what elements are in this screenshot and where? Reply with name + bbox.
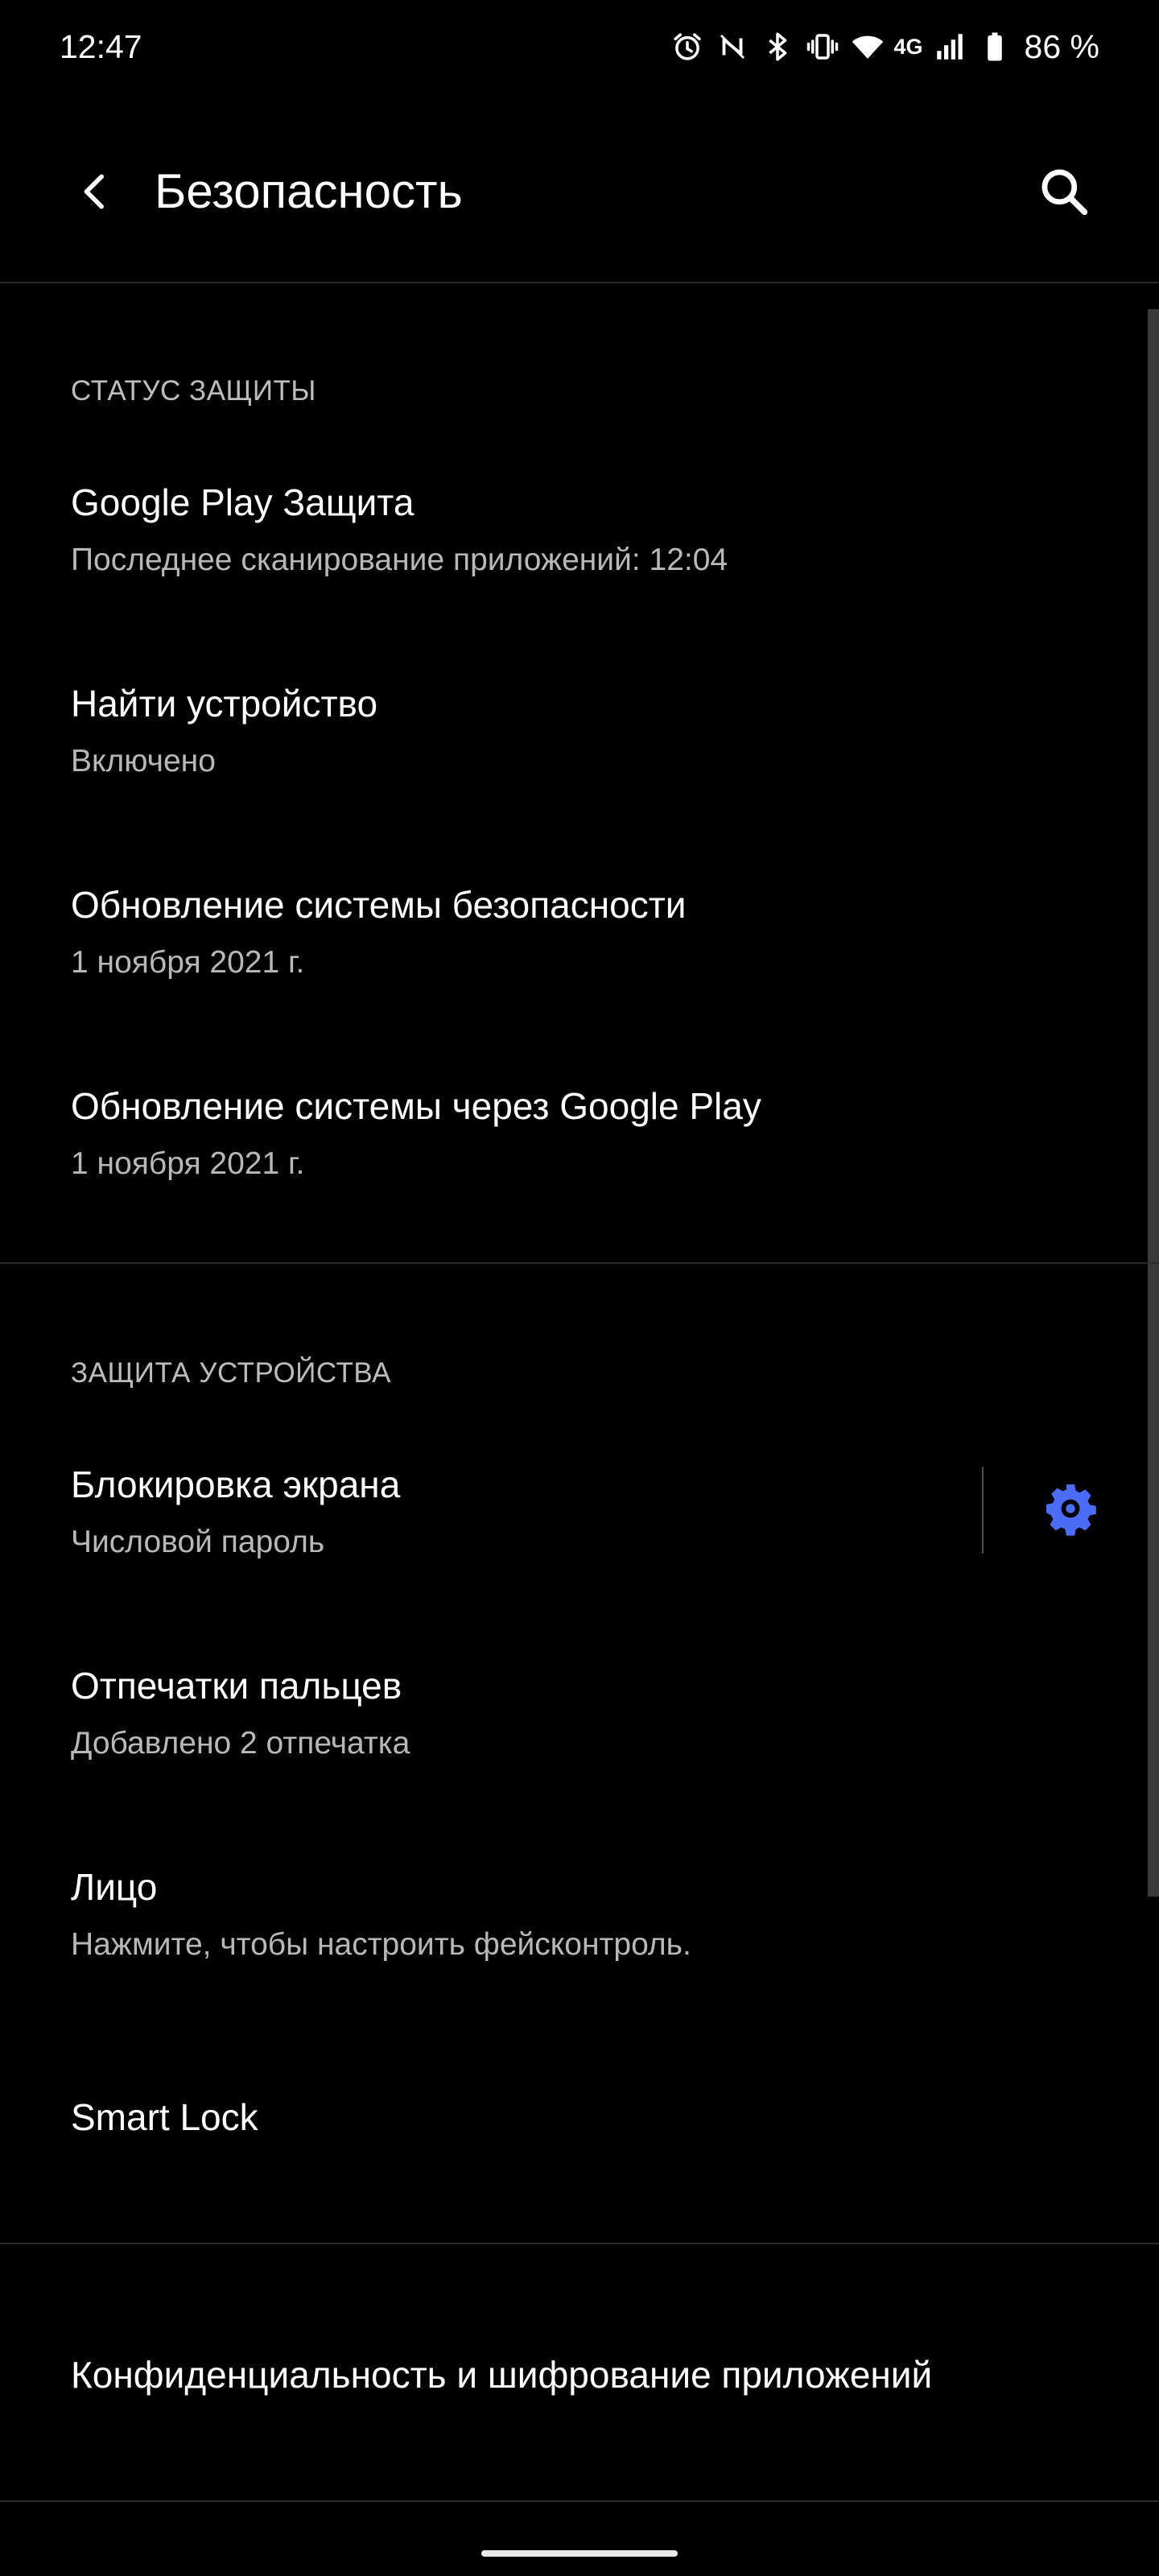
- list-item-smart-lock[interactable]: Smart Lock: [0, 2093, 1127, 2206]
- item-subtitle: Числовой пароль: [71, 1525, 325, 1559]
- scrollbar[interactable]: [1148, 309, 1159, 1897]
- section-divider: [0, 2243, 1159, 2244]
- list-item-google-play-system-update[interactable]: Обновление системы через Google Play 1 н…: [0, 1082, 1127, 1283]
- item-subtitle: Нажмите, чтобы настроить фейсконтроль.: [71, 1927, 691, 1962]
- bluetooth-icon: [759, 28, 796, 65]
- item-title: Найти устройство: [71, 683, 378, 724]
- item-title: Обновление системы безопасности: [71, 884, 687, 926]
- section-divider: [0, 1262, 1159, 1264]
- list-item-google-play-protect[interactable]: Google Play Защита Последнее сканировани…: [0, 478, 1127, 679]
- gear-icon: [1046, 1484, 1096, 1536]
- status-bar: 12:47 4G 86 %: [0, 0, 1159, 93]
- item-title: Конфиденциальность и шифрование приложен…: [71, 2354, 933, 2396]
- list-item-screen-lock[interactable]: Блокировка экрана Числовой пароль: [0, 1460, 1127, 1662]
- list-item-fingerprints[interactable]: Отпечатки пальцев Добавлено 2 отпечатка: [0, 1662, 1127, 1863]
- item-subtitle: Включено: [71, 744, 216, 778]
- item-title: Google Play Защита: [71, 481, 415, 523]
- nfc-icon: [714, 28, 751, 65]
- section-header-device-protection: ЗАЩИТА УСТРОЙСТВА: [71, 1357, 391, 1389]
- item-subtitle: Последнее сканирование приложений: 12:04: [71, 543, 728, 577]
- list-item-face[interactable]: Лицо Нажмите, чтобы настроить фейсконтро…: [0, 1863, 1127, 2064]
- section-divider: [0, 2500, 1159, 2502]
- item-subtitle: 1 ноября 2021 г.: [71, 1146, 305, 1181]
- item-title: Обновление системы через Google Play: [71, 1085, 761, 1127]
- wifi-icon: [849, 28, 886, 65]
- status-icons: 4G 86 %: [669, 24, 1099, 69]
- section-header-protection-status: СТАТУС ЗАЩИТЫ: [71, 375, 316, 407]
- search-button[interactable]: [1025, 153, 1103, 230]
- back-arrow-icon: [84, 174, 104, 209]
- list-item-app-privacy-encryption[interactable]: Конфиденциальность и шифрование приложен…: [0, 2351, 1127, 2463]
- search-icon: [1041, 169, 1088, 216]
- alarm-icon: [669, 28, 706, 65]
- item-title: Блокировка экрана: [71, 1463, 401, 1505]
- page-title: Безопасность: [155, 164, 463, 218]
- item-title: Smart Lock: [71, 2096, 258, 2138]
- battery-icon: [976, 28, 1013, 65]
- item-separator: [982, 1467, 984, 1554]
- item-subtitle: Добавлено 2 отпечатка: [71, 1726, 410, 1761]
- status-time: 12:47: [60, 28, 142, 65]
- screen-lock-settings-button[interactable]: [1038, 1476, 1103, 1541]
- battery-percent: 86 %: [1024, 28, 1099, 65]
- back-button[interactable]: [56, 153, 134, 230]
- gesture-nav-handle[interactable]: [481, 2550, 678, 2557]
- vibrate-icon: [804, 28, 841, 65]
- network-type: 4G: [893, 35, 923, 59]
- item-subtitle: 1 ноября 2021 г.: [71, 945, 305, 980]
- app-bar-divider: [0, 282, 1159, 283]
- list-item-find-device[interactable]: Найти устройство Включено: [0, 679, 1127, 881]
- signal-icon: [931, 28, 968, 65]
- item-title: Лицо: [71, 1866, 158, 1908]
- app-bar: Безопасность: [0, 121, 1159, 258]
- item-title: Отпечатки пальцев: [71, 1665, 402, 1707]
- list-item-security-update[interactable]: Обновление системы безопасности 1 ноября…: [0, 881, 1127, 1082]
